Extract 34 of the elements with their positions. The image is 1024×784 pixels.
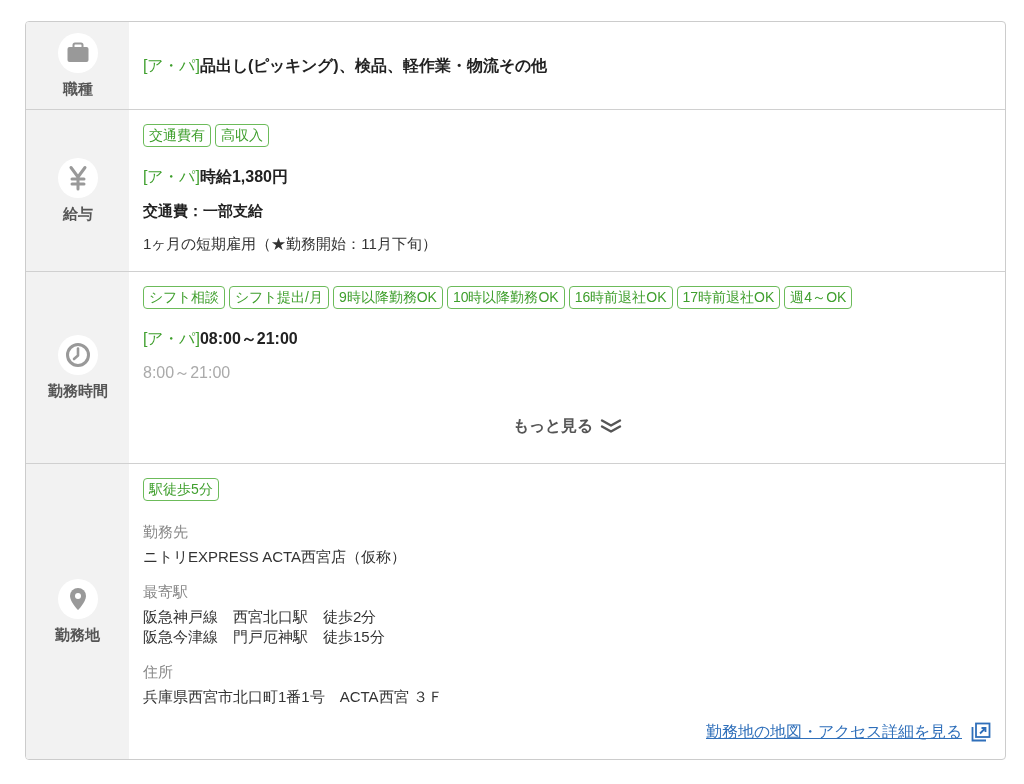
field-label: 勤務先 <box>143 522 189 542</box>
feature-tag: 駅徒歩5分 <box>143 478 219 501</box>
feature-tag: シフト相談 <box>143 286 225 309</box>
section-label: 職種 <box>62 78 93 99</box>
clock-icon <box>57 334 98 375</box>
headline-text: [ア・パ]品出し(ピッキング)、検品、軽作業・物流その他 <box>143 55 548 76</box>
field-label: 最寄駅 <box>143 582 189 602</box>
feature-tag: 高収入 <box>215 124 269 147</box>
field-value: ニトリEXPRESS ACTA西宮店（仮称） <box>143 547 408 567</box>
feature-tag: 10時以降勤務OK <box>446 286 565 309</box>
section-label: 勤務時間 <box>47 380 108 401</box>
map-pin-icon <box>57 578 98 619</box>
double-chevron-icon <box>599 418 622 434</box>
detail-text: 交通費：一部支給 <box>143 201 264 221</box>
yen-icon <box>57 157 98 198</box>
feature-tag: 17時前退社OK <box>676 286 781 309</box>
feature-tag: 週4～OK <box>784 286 853 309</box>
field-value: 阪急今津線 門戸厄神駅 徒歩15分 <box>143 627 386 647</box>
field-value: 阪急神戸線 西宮北口駅 徒歩2分 <box>143 607 378 627</box>
faded-text: 8:00～21:00 <box>143 363 232 383</box>
feature-tag: シフト提出/月 <box>229 286 329 309</box>
field-label: 住所 <box>143 662 174 682</box>
section-label: 勤務地 <box>55 624 100 645</box>
briefcase-icon <box>57 32 98 73</box>
show-more-button[interactable]: もっと見る <box>510 414 624 438</box>
field-value: 兵庫県西宮市北口町1番1号 ACTA西宮 ３Ｆ <box>143 687 444 707</box>
headline-text: [ア・パ]時給1,380円 <box>143 167 289 187</box>
section-label: 給与 <box>62 203 93 224</box>
feature-tag: 交通費有 <box>143 124 211 147</box>
external-link-icon <box>971 722 991 742</box>
headline-text: [ア・パ]08:00～21:00 <box>143 329 299 349</box>
feature-tag: 9時以降勤務OK <box>332 286 443 309</box>
feature-tag: 16時前退社OK <box>568 286 673 309</box>
detail-text: 1ヶ月の短期雇用（★勤務開始：11月下旬） <box>143 234 438 254</box>
